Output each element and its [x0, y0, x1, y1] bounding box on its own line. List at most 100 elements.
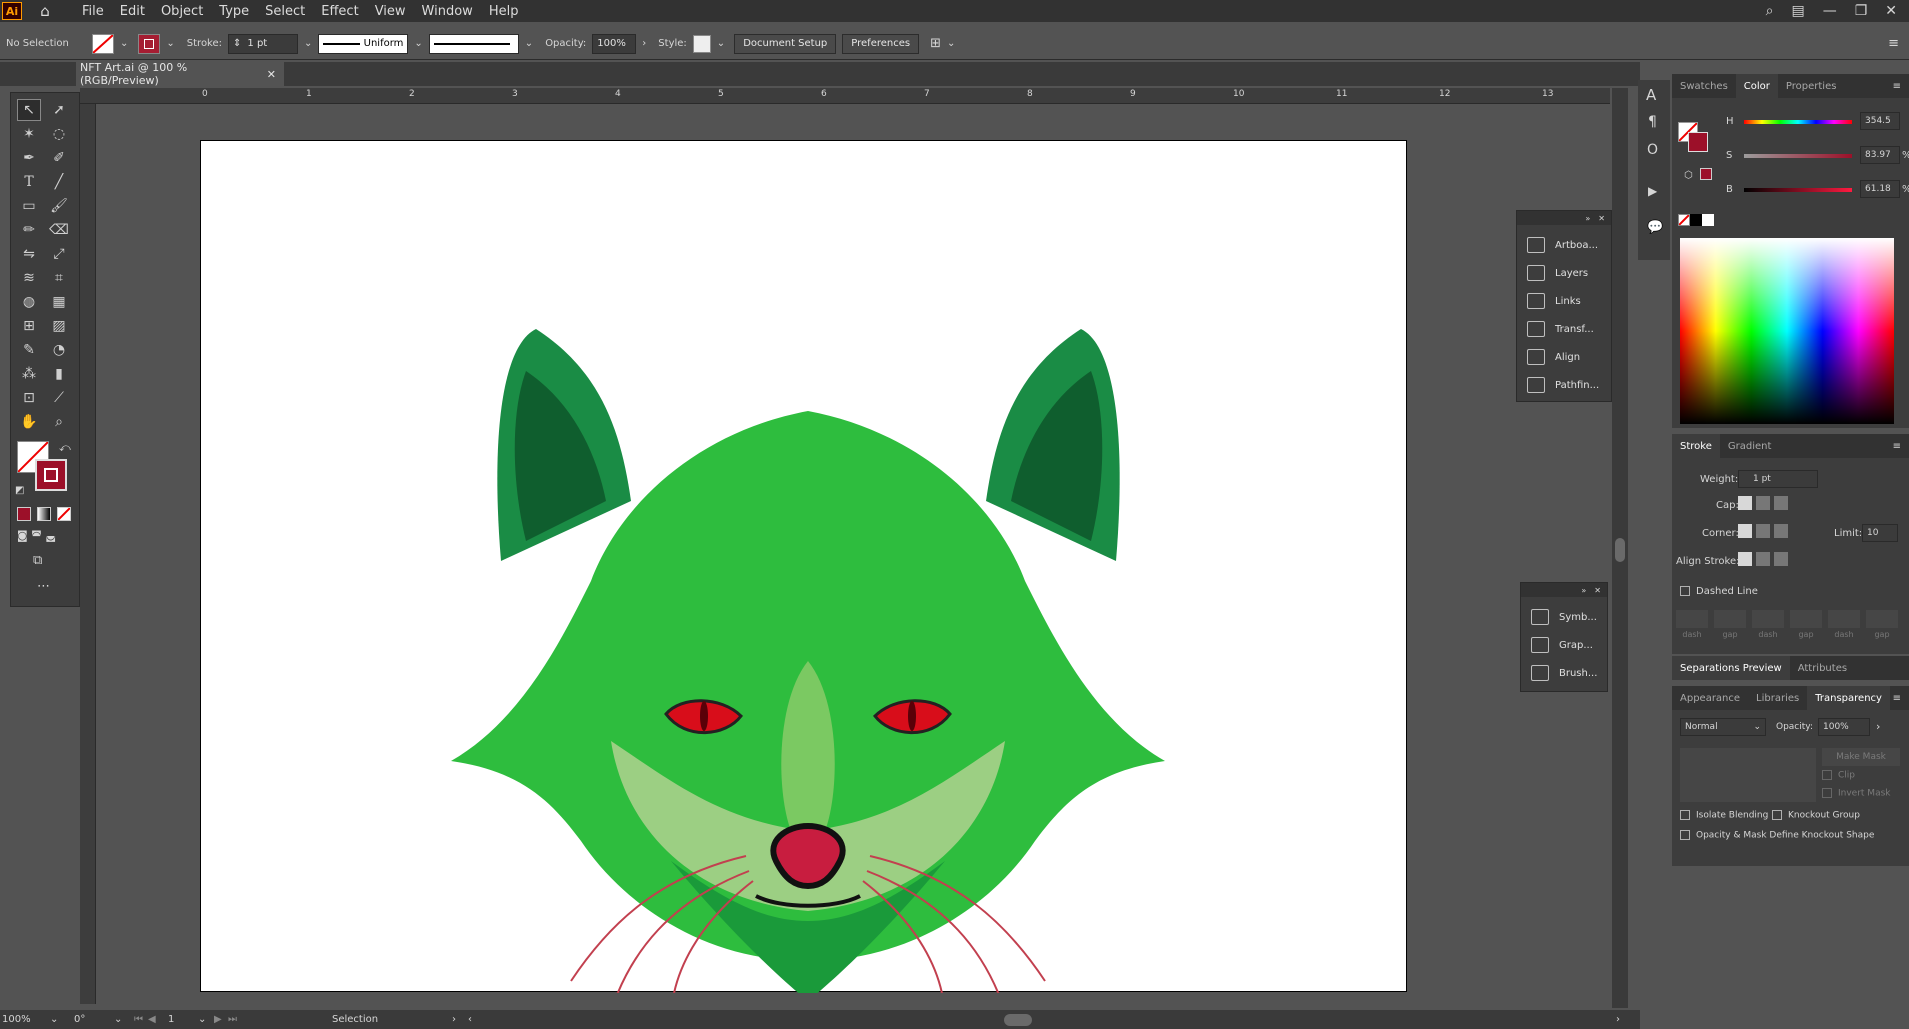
home-icon[interactable]: ⌂: [30, 2, 60, 20]
panel-item-graphic-styles[interactable]: Grap...: [1521, 631, 1607, 659]
artboard-number-field[interactable]: 1: [162, 1014, 198, 1025]
round-cap-button[interactable]: [1756, 496, 1770, 510]
hue-slider[interactable]: [1744, 120, 1852, 124]
chevron-down-icon[interactable]: ⌄: [304, 38, 312, 49]
knockout-group-checkbox[interactable]: [1772, 810, 1782, 820]
panel-item-symbols[interactable]: Symb...: [1521, 603, 1607, 631]
last-artboard-icon[interactable]: ⏭: [228, 1014, 242, 1025]
chevron-down-icon[interactable]: ⌄: [414, 38, 422, 49]
prev-artboard-icon[interactable]: ◀: [148, 1014, 162, 1025]
style-swatch[interactable]: [692, 34, 711, 53]
align-inside-button[interactable]: [1756, 552, 1770, 566]
gap-field[interactable]: [1714, 610, 1746, 628]
chevron-down-icon[interactable]: ⌄: [198, 1014, 214, 1025]
more-tools-icon[interactable]: ⋯: [37, 579, 50, 594]
symbol-sprayer-tool[interactable]: ⁂: [17, 363, 41, 385]
clip-checkbox[interactable]: [1822, 770, 1832, 780]
tab-color[interactable]: Color: [1735, 74, 1778, 98]
hue-field[interactable]: 354.5: [1860, 112, 1900, 130]
isolate-blending-checkbox[interactable]: [1680, 810, 1690, 820]
clip-row[interactable]: Clip: [1822, 770, 1855, 781]
menu-edit[interactable]: Edit: [112, 4, 153, 19]
arrange-icon[interactable]: ⊞: [930, 36, 941, 51]
blend-mode-select[interactable]: Normal ⌄: [1680, 718, 1766, 736]
panel-menu-icon[interactable]: ≡: [1888, 36, 1899, 51]
panel-menu-icon[interactable]: ≡: [1893, 81, 1901, 92]
weight-field[interactable]: 1 pt: [1738, 470, 1818, 488]
rotation-field[interactable]: 0°: [64, 1014, 114, 1025]
mesh-tool[interactable]: ⊞: [17, 315, 41, 337]
artboard-tool[interactable]: ⊡: [17, 387, 41, 409]
miter-join-button[interactable]: [1738, 524, 1752, 538]
panel-item-pathfinder[interactable]: Pathfin...: [1517, 371, 1611, 399]
column-graph-tool[interactable]: ▮: [47, 363, 71, 385]
collapse-icon[interactable]: »: [1581, 586, 1586, 595]
dashed-line-row[interactable]: Dashed Line: [1680, 586, 1758, 597]
vertical-scrollbar[interactable]: [1612, 88, 1628, 1008]
opacity-mask-row[interactable]: Opacity & Mask Define Knockout Shape: [1680, 830, 1874, 841]
paintbrush-tool[interactable]: 🖌: [47, 195, 71, 217]
line-segment-tool[interactable]: ╱: [47, 171, 71, 193]
horizontal-scrollbar-thumb[interactable]: [1004, 1013, 1032, 1026]
chevron-right-icon[interactable]: ›: [1616, 1014, 1620, 1025]
opacity-field[interactable]: 100%: [1818, 718, 1870, 736]
swap-icon[interactable]: ⤺: [59, 441, 71, 455]
panel-item-links[interactable]: Links: [1517, 287, 1611, 315]
selection-tool[interactable]: ↖: [17, 99, 41, 121]
chevron-down-icon[interactable]: ⌄: [947, 38, 955, 49]
stroke-indicator[interactable]: [35, 459, 67, 491]
menu-view[interactable]: View: [367, 4, 414, 19]
magic-wand-tool[interactable]: ✶: [17, 123, 41, 145]
tab-properties[interactable]: Properties: [1778, 74, 1845, 98]
web-safe-swatch[interactable]: [1700, 168, 1712, 180]
close-icon[interactable]: ✕: [1594, 586, 1601, 595]
opentype-icon[interactable]: O: [1647, 142, 1658, 158]
projecting-cap-button[interactable]: [1774, 496, 1788, 510]
invert-mask-checkbox[interactable]: [1822, 788, 1832, 798]
tab-swatches[interactable]: Swatches: [1672, 74, 1736, 98]
brightness-slider[interactable]: [1744, 188, 1852, 192]
invert-mask-row[interactable]: Invert Mask: [1822, 788, 1891, 799]
panel-menu-icon[interactable]: ≡: [1893, 441, 1901, 452]
menu-select[interactable]: Select: [257, 4, 313, 19]
shape-builder-tool[interactable]: ◍: [17, 291, 41, 313]
saturation-field[interactable]: 83.97: [1860, 146, 1900, 164]
actions-icon[interactable]: ▶: [1648, 184, 1657, 198]
chevron-right-icon[interactable]: ›: [452, 1014, 468, 1025]
none-mode-button[interactable]: [57, 507, 71, 521]
menu-effect[interactable]: Effect: [313, 4, 366, 19]
limit-field[interactable]: 10: [1862, 524, 1898, 542]
close-icon[interactable]: ✕: [1885, 3, 1897, 19]
direct-selection-tool[interactable]: ➚: [47, 99, 71, 121]
paragraph-icon[interactable]: ¶: [1648, 114, 1657, 130]
stroke-weight-field[interactable]: ⇕ 1 pt: [228, 33, 299, 54]
gap-field[interactable]: [1866, 610, 1898, 628]
tab-stroke[interactable]: Stroke: [1672, 434, 1720, 458]
chevron-down-icon[interactable]: ⌄: [50, 1014, 64, 1025]
close-icon[interactable]: ✕: [1598, 214, 1605, 223]
round-join-button[interactable]: [1756, 524, 1770, 538]
tab-separations-preview[interactable]: Separations Preview: [1672, 656, 1790, 680]
lasso-tool[interactable]: ◌: [47, 123, 71, 145]
align-outside-button[interactable]: [1774, 552, 1788, 566]
opacity-field[interactable]: 100%: [592, 33, 637, 54]
white-swatch[interactable]: [1702, 214, 1714, 226]
gradient-mode-button[interactable]: [37, 507, 51, 521]
eyedropper-tool[interactable]: ✎: [17, 339, 41, 361]
chevron-down-icon[interactable]: ⌄: [120, 38, 128, 49]
artboard[interactable]: [200, 140, 1407, 1022]
butt-cap-button[interactable]: [1738, 496, 1752, 510]
panel-item-layers[interactable]: Layers: [1517, 259, 1611, 287]
chevron-right-icon[interactable]: ›: [1876, 720, 1880, 733]
menu-type[interactable]: Type: [211, 4, 257, 19]
tab-transparency[interactable]: Transparency: [1807, 686, 1890, 710]
pencil-tool[interactable]: ✏: [17, 219, 41, 241]
gradient-tool[interactable]: ▨: [47, 315, 71, 337]
color-mode-button[interactable]: [17, 507, 31, 521]
hand-tool[interactable]: ✋: [17, 411, 41, 433]
stroke-swatch[interactable]: [138, 33, 161, 54]
next-artboard-icon[interactable]: ▶: [214, 1014, 228, 1025]
align-center-button[interactable]: [1738, 552, 1752, 566]
color-spectrum[interactable]: [1680, 238, 1894, 424]
panel-menu-icon[interactable]: ≡: [1893, 693, 1901, 704]
